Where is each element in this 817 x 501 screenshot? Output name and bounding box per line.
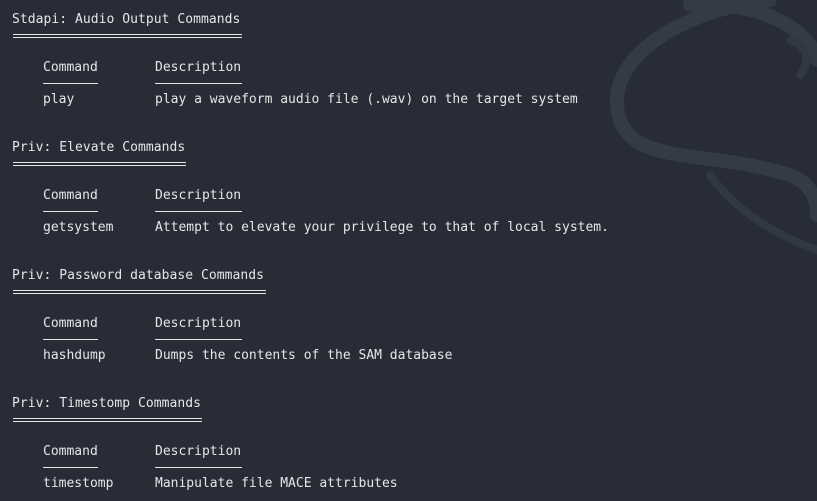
description-cell: Manipulate file MACE attributes <box>155 476 398 491</box>
column-header-command: Command <box>43 444 98 459</box>
column-underline-description <box>155 83 242 84</box>
column-underline-description <box>155 467 242 468</box>
column-header-description: Description <box>155 444 242 459</box>
column-underline-command <box>43 211 98 212</box>
column-header-description: Description <box>155 316 242 331</box>
column-header-command: Command <box>43 60 98 75</box>
column-underline-description <box>155 339 242 340</box>
title-underline <box>13 290 266 294</box>
section-title: Priv: Password database Commands <box>12 268 265 283</box>
description-cell: play a waveform audio file (.wav) on the… <box>155 92 578 107</box>
section-title: Priv: Elevate Commands <box>12 140 186 155</box>
column-underline-command <box>43 339 98 340</box>
section-title: Stdapi: Audio Output Commands <box>12 12 241 27</box>
section-title: Priv: Timestomp Commands <box>12 396 202 411</box>
column-underline-description <box>155 211 242 212</box>
column-header-description: Description <box>155 60 242 75</box>
column-underline-command <box>43 83 98 84</box>
command-cell: play <box>43 92 75 107</box>
column-header-description: Description <box>155 188 242 203</box>
title-underline <box>13 34 242 38</box>
description-cell: Dumps the contents of the SAM database <box>155 348 453 363</box>
terminal-output: Stdapi: Audio Output Commands Command De… <box>0 0 817 501</box>
column-header-command: Command <box>43 188 98 203</box>
command-cell: hashdump <box>43 348 106 363</box>
command-cell: timestomp <box>43 476 114 491</box>
column-underline-command <box>43 467 98 468</box>
description-cell: Attempt to elevate your privilege to tha… <box>155 220 609 235</box>
title-underline <box>13 162 186 166</box>
column-header-command: Command <box>43 316 98 331</box>
title-underline <box>13 418 202 422</box>
command-cell: getsystem <box>43 220 114 235</box>
